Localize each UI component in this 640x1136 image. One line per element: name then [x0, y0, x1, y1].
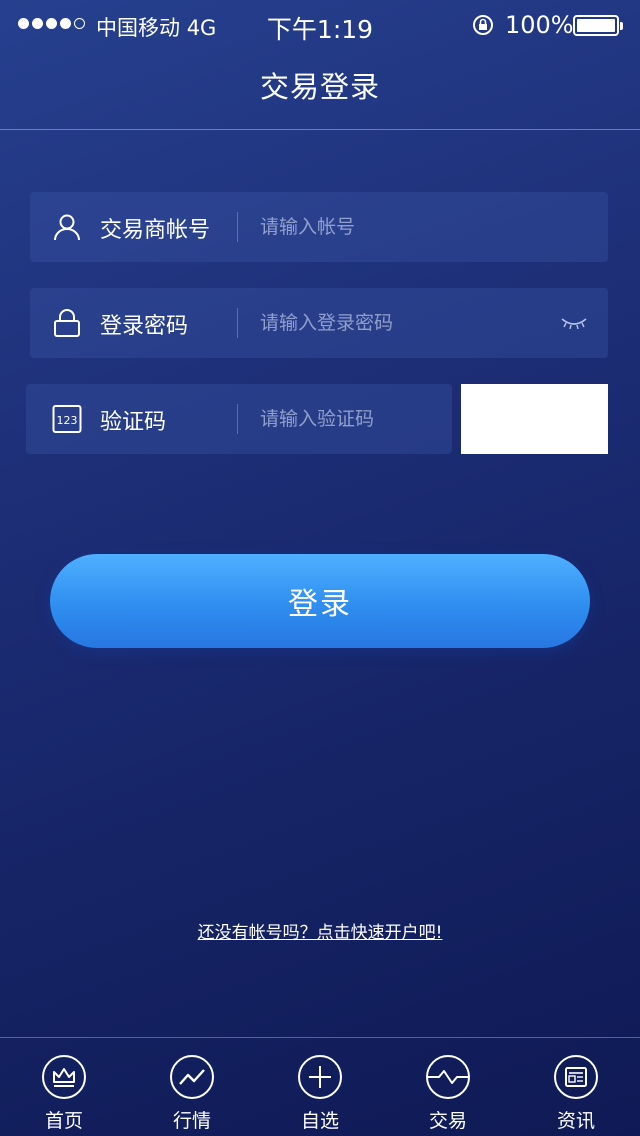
rotation-lock-icon [473, 15, 493, 35]
password-field: 登录密码 [30, 288, 608, 358]
field-separator [237, 404, 238, 434]
tab-home[interactable]: 首页 [0, 1038, 128, 1136]
tab-market[interactable]: 行情 [128, 1038, 256, 1136]
tab-label: 首页 [44, 1110, 83, 1132]
account-input[interactable] [260, 208, 540, 246]
tab-label: 行情 [172, 1110, 211, 1132]
account-field: 交易商帐号 [30, 192, 608, 262]
password-label: 登录密码 [100, 314, 189, 339]
captcha-input[interactable] [260, 400, 440, 438]
crown-icon [42, 1055, 86, 1099]
password-input[interactable] [260, 304, 500, 342]
plus-circle-icon [298, 1055, 342, 1099]
news-icon [554, 1055, 598, 1099]
captcha-label: 验证码 [100, 410, 167, 435]
svg-text:123: 123 [57, 414, 78, 427]
status-bar: 中国移动 4G 下午1:19 100% [0, 0, 640, 50]
eye-closed-icon[interactable] [560, 316, 588, 330]
nav-divider [0, 129, 640, 130]
field-separator [237, 212, 238, 242]
lock-icon [54, 309, 80, 337]
battery-percent: 100% [505, 11, 574, 39]
tab-trade[interactable]: 交易 [384, 1038, 512, 1136]
user-icon [54, 214, 80, 241]
login-button[interactable]: 登录 [50, 554, 590, 648]
page-title: 交易登录 [259, 70, 380, 104]
signup-link[interactable]: 还没有帐号吗？点击快速开户吧! [0, 918, 640, 943]
account-label: 交易商帐号 [100, 218, 211, 243]
captcha-number-icon: 123 [52, 405, 82, 433]
captcha-image[interactable] [461, 384, 608, 454]
captcha-field: 123 验证码 [26, 384, 452, 454]
field-separator [237, 308, 238, 338]
tab-label: 交易 [428, 1110, 467, 1132]
wave-icon [426, 1055, 470, 1099]
tab-news[interactable]: 资讯 [512, 1038, 640, 1136]
battery-icon [573, 15, 623, 36]
trend-chart-icon [170, 1055, 214, 1099]
tab-watchlist[interactable]: 自选 [256, 1038, 384, 1136]
tab-label: 自选 [300, 1110, 339, 1132]
tab-bar: 首页 行情 自选 交易 资讯 [0, 1037, 640, 1136]
tab-label: 资讯 [556, 1110, 595, 1132]
